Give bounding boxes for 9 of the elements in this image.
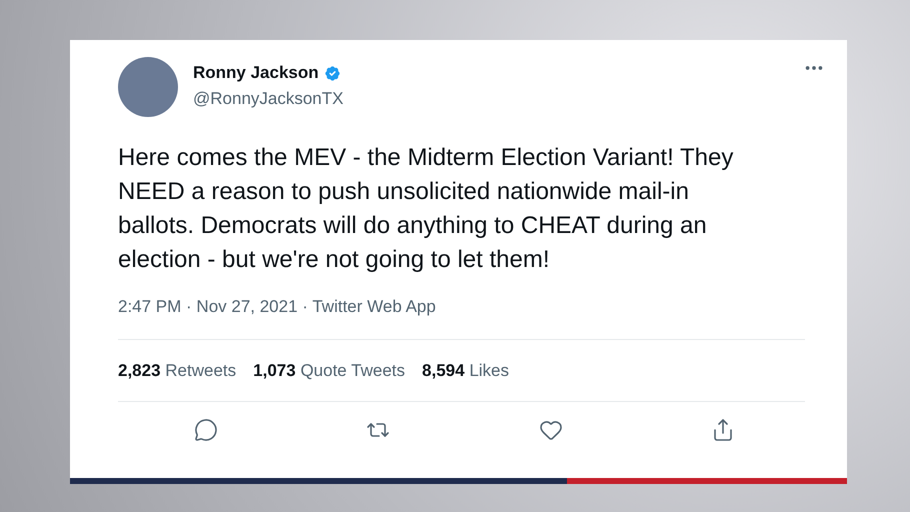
reply-icon[interactable] bbox=[194, 418, 218, 442]
author-name[interactable]: Ronny Jackson bbox=[193, 63, 319, 83]
tweet-timestamp: 2:47 PM · Nov 27, 2021 · Twitter Web App bbox=[118, 297, 437, 317]
author-handle[interactable]: @RonnyJacksonTX bbox=[193, 89, 788, 109]
stat-count[interactable]: 8,594 Likes bbox=[422, 361, 509, 381]
stat-count[interactable]: 1,073 Quote Tweets bbox=[253, 361, 406, 381]
heart-icon[interactable] bbox=[538, 418, 563, 442]
tweet-text: Here comes the MEV - the Midterm Election Variant! They NEED a reason to push unsolicited nationwide mail-in ballots. Democrats will do anything to CHEAT during an election - but we're not going to let them! bbox=[118, 143, 734, 275]
stat-count[interactable]: 2,823 Retweets bbox=[118, 361, 236, 381]
